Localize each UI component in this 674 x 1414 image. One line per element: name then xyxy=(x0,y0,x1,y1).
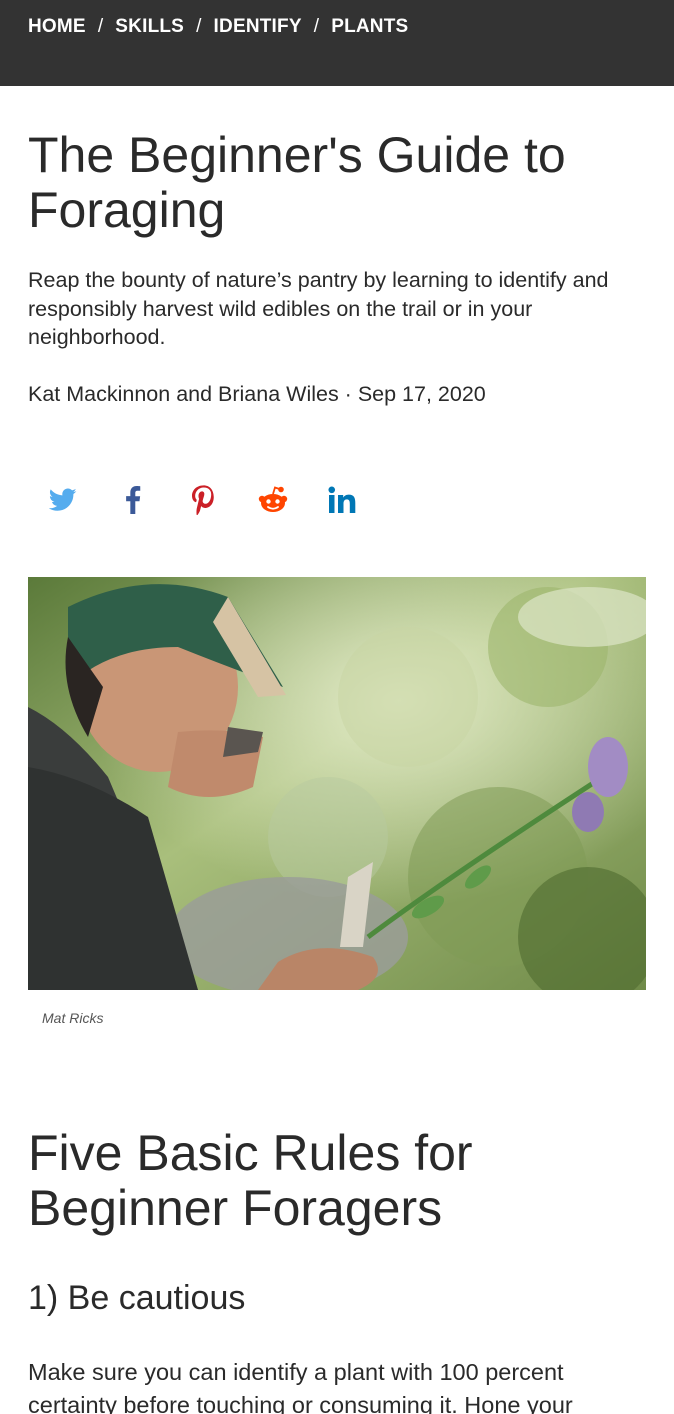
section-heading: Five Basic Rules for Beginner Foragers xyxy=(28,1125,473,1236)
article-title: The Beginner's Guide to Foraging xyxy=(28,127,566,238)
share-linkedin-button[interactable] xyxy=(308,482,378,518)
breadcrumb-separator: / xyxy=(313,16,320,37)
share-pinterest-button[interactable] xyxy=(168,482,238,518)
breadcrumb-home[interactable]: HOME xyxy=(28,16,86,38)
share-reddit-button[interactable] xyxy=(238,482,308,518)
reddit-icon xyxy=(258,486,288,512)
top-nav-bar: HOME / SKILLS / IDENTIFY / PLANTS xyxy=(0,0,674,86)
breadcrumb-skills[interactable]: SKILLS xyxy=(115,16,184,38)
twitter-icon xyxy=(49,488,77,511)
breadcrumb-identify[interactable]: IDENTIFY xyxy=(214,16,302,38)
pinterest-icon xyxy=(192,485,214,515)
share-twitter-button[interactable] xyxy=(28,482,98,518)
breadcrumb-plants[interactable]: PLANTS xyxy=(331,16,408,38)
hero-photo xyxy=(28,577,646,990)
photo-credit: Mat Ricks xyxy=(42,1010,104,1026)
article-dek: Reap the bounty of nature’s pantry by le… xyxy=(28,268,609,349)
breadcrumb-separator: / xyxy=(97,16,104,37)
article-byline: Kat Mackinnon and Briana Wiles · Sep 17,… xyxy=(28,382,486,406)
facebook-icon xyxy=(126,486,141,514)
breadcrumb: HOME / SKILLS / IDENTIFY / PLANTS xyxy=(28,16,408,38)
body-paragraph: Make sure you can identify a plant with … xyxy=(28,1359,573,1414)
breadcrumb-separator: / xyxy=(196,16,202,37)
rule-heading: 1) Be cautious xyxy=(28,1279,246,1317)
share-facebook-button[interactable] xyxy=(98,482,168,518)
linkedin-icon xyxy=(328,486,356,513)
share-bar xyxy=(28,482,378,518)
